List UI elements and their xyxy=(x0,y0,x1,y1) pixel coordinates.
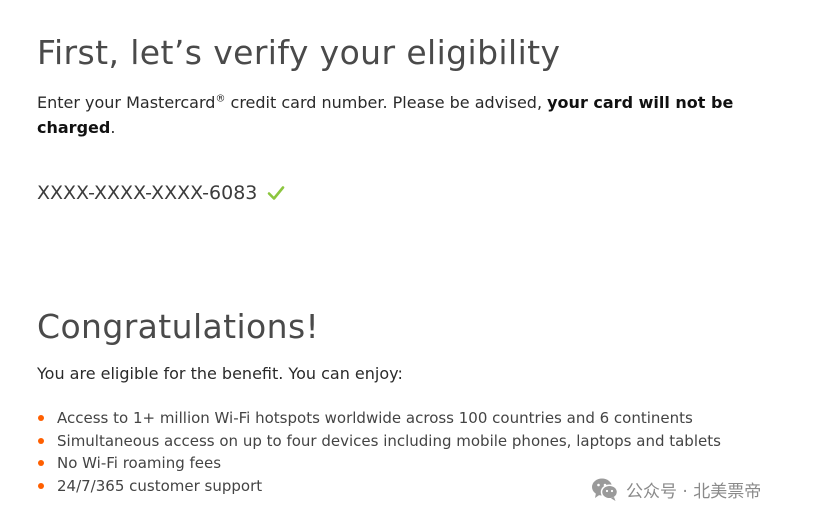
watermark-text: 公众号 · 北美票帝 xyxy=(626,481,762,502)
list-item: No Wi-Fi roaming fees xyxy=(37,452,721,475)
list-item: Access to 1+ million Wi-Fi hotspots worl… xyxy=(37,407,721,430)
eligibility-heading: First, let’s verify your eligibility xyxy=(37,33,561,72)
benefit-text: Simultaneous access on up to four device… xyxy=(57,431,721,450)
benefit-text: Access to 1+ million Wi-Fi hotspots worl… xyxy=(57,409,693,427)
wechat-icon xyxy=(592,478,619,501)
bullet-icon xyxy=(38,482,44,489)
intro-text-2: credit card number. Please be advised, xyxy=(225,93,548,112)
benefit-text: 24/7/365 customer support xyxy=(57,476,263,495)
bullet-icon xyxy=(38,437,44,444)
registered-mark: ® xyxy=(215,93,226,105)
bullet-icon xyxy=(38,415,44,421)
eligible-message: You are eligible for the benefit. You ca… xyxy=(37,364,403,383)
masked-card-number: XXXX-XXXX-XXXX-6083 xyxy=(37,182,258,204)
watermark: 公众号 · 北美票帝 xyxy=(590,474,761,504)
intro-end: . xyxy=(110,118,116,137)
check-icon xyxy=(268,186,285,200)
bullet-icon xyxy=(38,460,44,466)
list-item: Simultaneous access on up to four device… xyxy=(37,430,721,453)
card-number-row: XXXX-XXXX-XXXX-6083 xyxy=(37,182,285,204)
intro-text: Enter your Mastercard xyxy=(37,93,216,112)
benefit-text: No Wi-Fi roaming fees xyxy=(57,454,222,472)
congratulations-heading: Congratulations! xyxy=(37,307,320,346)
eligibility-instructions: Enter your Mastercard® credit card numbe… xyxy=(37,90,782,140)
